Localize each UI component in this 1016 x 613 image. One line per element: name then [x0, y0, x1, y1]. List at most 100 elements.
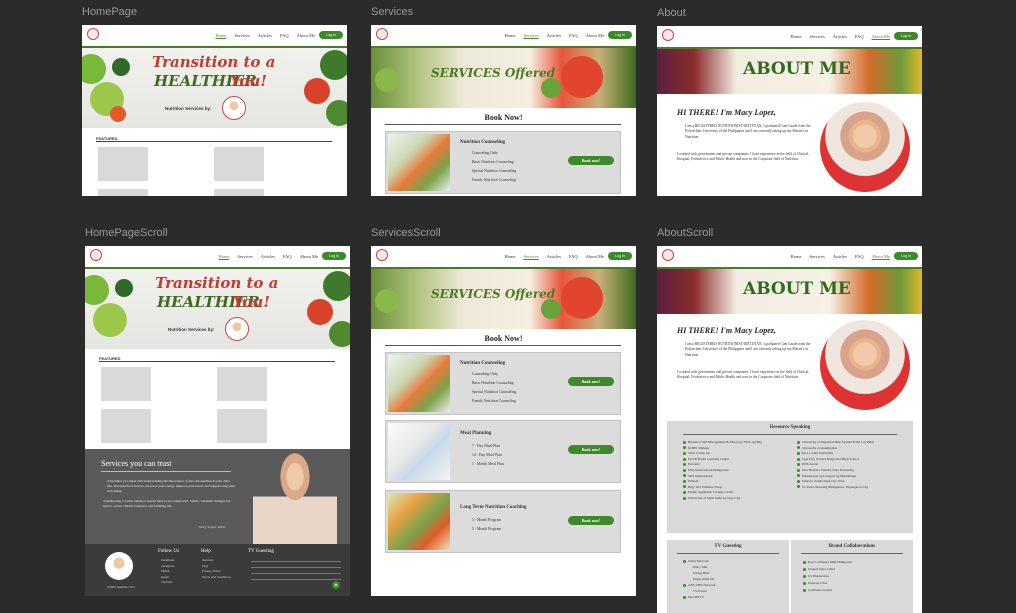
logo[interactable] [376, 28, 388, 40]
nav-articles[interactable]: Articles [833, 254, 847, 259]
hero-title-you: You! [230, 72, 267, 90]
hero-title-line1: Transition to a [155, 274, 279, 292]
login-button[interactable]: Log In [608, 31, 632, 39]
nav-about[interactable]: About Me [872, 34, 890, 39]
nav-home[interactable]: Home [790, 254, 801, 259]
design-canvas: HomePage Services About HomePageScroll S… [0, 0, 1016, 613]
scroll-top-icon[interactable]: ▲ [332, 581, 340, 589]
login-button[interactable]: Log In [322, 252, 346, 260]
nav-about[interactable]: About Me [586, 254, 604, 259]
nav-services[interactable]: Services [809, 34, 824, 39]
logo[interactable] [662, 29, 674, 41]
logo[interactable] [662, 249, 674, 261]
login-button[interactable]: Log In [608, 252, 632, 260]
nav-faq[interactable]: FAQ [855, 254, 864, 259]
featured-card[interactable] [217, 367, 267, 401]
nav-services[interactable]: Services [523, 33, 538, 38]
resource-item: St. Paul University Philippines, Tuguega… [797, 485, 909, 491]
service-image [388, 134, 450, 191]
frame-label-services-scroll[interactable]: ServicesScroll [371, 227, 441, 239]
book-now-button[interactable]: Book now! [568, 156, 614, 165]
frame-about[interactable]: Home Services Articles FAQ About Me Log … [657, 26, 922, 196]
login-button[interactable]: Log In [894, 252, 918, 260]
nav-articles[interactable]: Articles [258, 33, 272, 38]
navbar: Home Services Articles FAQ About Me Log … [85, 246, 350, 269]
nav-about[interactable]: About Me [297, 33, 315, 38]
footer-link[interactable]: Facebook [161, 558, 174, 564]
service-item: 1 - Month Meal Plan [472, 462, 504, 466]
featured-card[interactable] [214, 147, 264, 181]
about-banner: ABOUT ME [657, 49, 922, 94]
nav-home[interactable]: Home [504, 254, 515, 259]
book-now-button[interactable]: Book now! [568, 516, 614, 525]
logo[interactable] [87, 28, 99, 40]
service-image [388, 423, 450, 480]
frame-home-scroll[interactable]: Home Services Articles FAQ About Me Log … [85, 246, 350, 596]
footer-logo[interactable] [105, 552, 133, 580]
nav-faq[interactable]: FAQ [855, 34, 864, 39]
frame-home[interactable]: Home Services Articles FAQ About Me Log … [82, 25, 347, 196]
nav-home[interactable]: Home [215, 33, 226, 38]
profile-photo [820, 102, 910, 192]
book-now-button[interactable]: Book now! [568, 445, 614, 454]
service-item: Special Nutrition Counseling [472, 390, 517, 394]
logo[interactable] [376, 249, 388, 261]
nav-articles[interactable]: Articles [547, 33, 561, 38]
about-banner-title: ABOUT ME [743, 59, 851, 79]
footer-help-list: Services FAQ Privacy Policy Terms and Co… [202, 558, 231, 580]
nav-services[interactable]: Services [234, 33, 249, 38]
book-now-heading: Book Now! [484, 334, 523, 343]
nav-home[interactable]: Home [218, 254, 229, 259]
nav-services[interactable]: Services [237, 254, 252, 259]
brand-item: US Blueberries [803, 573, 852, 580]
nav-faq[interactable]: FAQ [569, 254, 578, 259]
nav-home[interactable]: Home [504, 33, 515, 38]
frame-label-services[interactable]: Services [371, 6, 413, 18]
nav-about[interactable]: About Me [872, 254, 890, 259]
frame-services[interactable]: Home Services Articles FAQ About Me Log … [371, 25, 636, 196]
footer-help-heading: Help [201, 549, 211, 554]
book-now-button[interactable]: Book now! [568, 377, 614, 386]
featured-card[interactable] [98, 147, 148, 181]
service-item: Counseling Only [472, 151, 498, 155]
navbar: Home Services Articles FAQ About Me Log … [82, 25, 347, 48]
trust-signature: Macy Lopez, RND [199, 525, 225, 529]
nav-services[interactable]: Services [523, 254, 538, 259]
featured-card[interactable] [101, 409, 151, 443]
frame-about-scroll[interactable]: Home Services Articles FAQ About Me Log … [657, 246, 922, 613]
service-card-counseling: Nutrition Counseling Counseling Only Bas… [385, 131, 621, 194]
nav-faq[interactable]: FAQ [283, 254, 292, 259]
frame-services-scroll[interactable]: Home Services Articles FAQ About Me Log … [371, 246, 636, 596]
logo[interactable] [90, 249, 102, 261]
nav-faq[interactable]: FAQ [569, 33, 578, 38]
service-item: 3 - Month Program [472, 518, 502, 522]
nav-articles[interactable]: Articles [833, 34, 847, 39]
featured-card[interactable] [214, 189, 264, 196]
frame-label-home-scroll[interactable]: HomePageScroll [85, 227, 168, 239]
nav-links: Home Services Articles FAQ About Me [504, 33, 604, 38]
nutrition-by-label: Nutrition Services by: [165, 106, 212, 111]
featured-card[interactable] [217, 409, 267, 443]
footer-tv-list [251, 558, 341, 582]
service-item: Counseling Only [472, 372, 498, 376]
brand-item: Potatoes USA [803, 580, 852, 587]
nav-articles[interactable]: Articles [261, 254, 275, 259]
frame-label-about-scroll[interactable]: AboutScroll [657, 227, 713, 239]
nav-about[interactable]: About Me [586, 33, 604, 38]
nav-faq[interactable]: FAQ [280, 33, 289, 38]
login-button[interactable]: Log In [319, 31, 343, 39]
service-card-meal-planning: Meal Planning 7 - Day Meal Plan 14 - Day… [385, 420, 621, 483]
nav-home[interactable]: Home [790, 34, 801, 39]
nav-about[interactable]: About Me [300, 254, 318, 259]
footer-link[interactable]: YouTube [161, 580, 174, 586]
footer-link[interactable]: Terms and Conditions [202, 575, 231, 581]
login-button[interactable]: Log In [894, 32, 918, 40]
frame-label-about[interactable]: About [657, 7, 686, 19]
trust-para1: A healthier you starts with understandin… [107, 479, 235, 493]
featured-card[interactable] [101, 367, 151, 401]
nav-services[interactable]: Services [809, 254, 824, 259]
featured-card[interactable] [98, 189, 148, 196]
frame-label-home[interactable]: HomePage [82, 6, 137, 18]
nav-articles[interactable]: Articles [547, 254, 561, 259]
brand-item: California Grapes [803, 587, 852, 594]
